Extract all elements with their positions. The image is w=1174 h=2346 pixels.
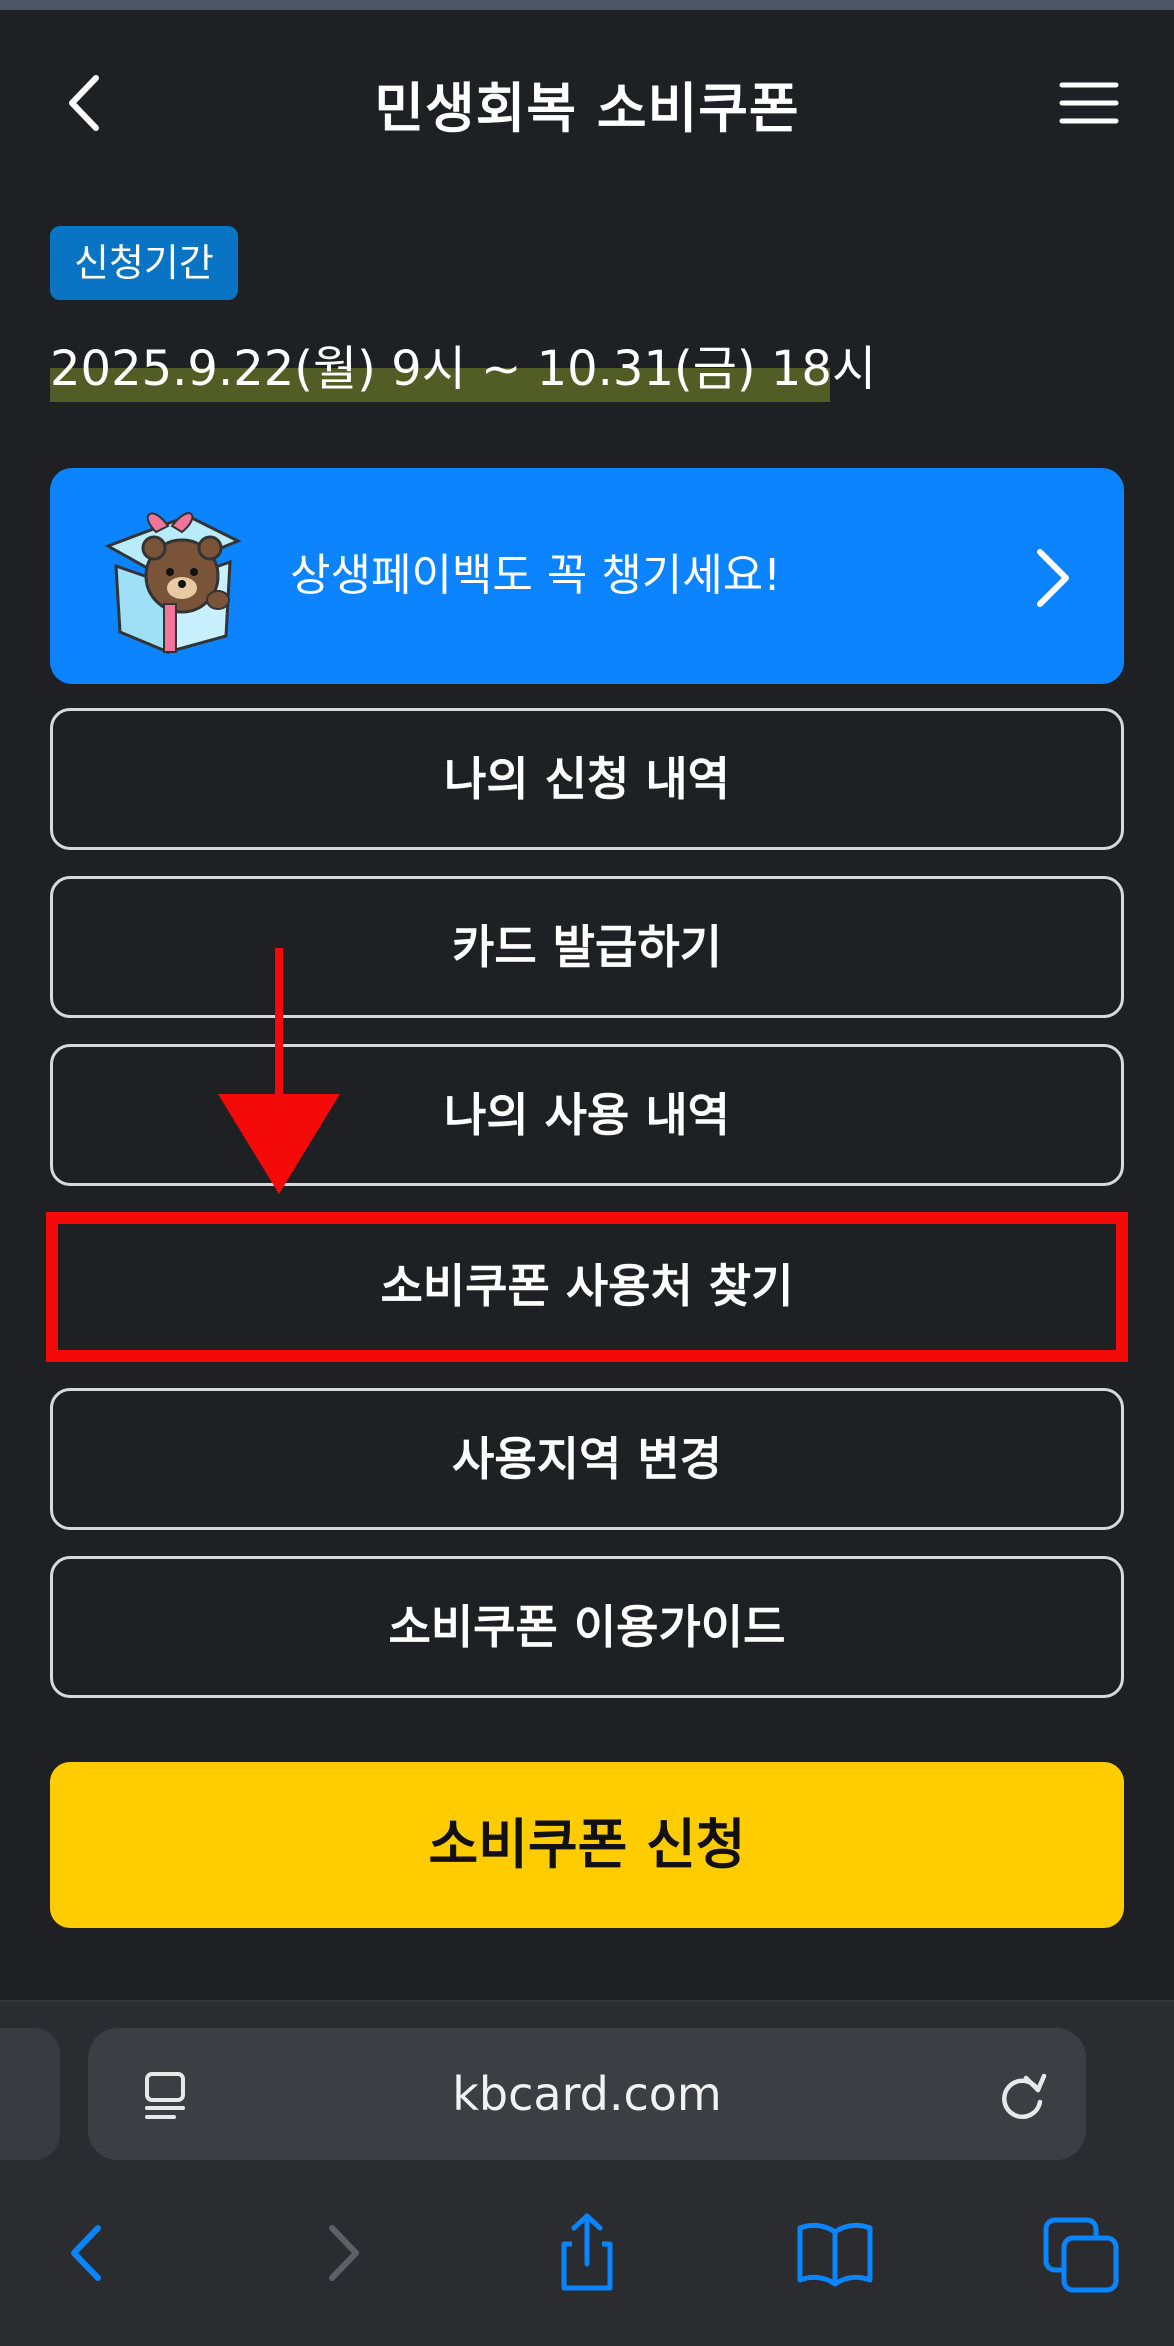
banner-text: 상생페이백도 꼭 챙기세요! <box>290 550 781 601</box>
payback-banner[interactable]: 상생페이백도 꼭 챙기세요! <box>50 468 1124 684</box>
app-header: 민생회복 소비쿠폰 <box>0 40 1174 160</box>
status-strip <box>0 0 1174 10</box>
find-coupon-stores-button[interactable]: 소비쿠폰 사용처 찾기 <box>46 1212 1128 1362</box>
share-icon[interactable] <box>542 2208 632 2298</box>
forward-icon[interactable] <box>296 2208 386 2298</box>
menu-button[interactable] <box>1050 68 1130 138</box>
bear-gift-box-icon <box>104 512 242 655</box>
coupon-guide-button[interactable]: 소비쿠폰 이용가이드 <box>50 1556 1124 1698</box>
browser-toolbar <box>0 2198 1174 2318</box>
apply-coupon-button[interactable]: 소비쿠폰 신청 <box>50 1762 1124 1928</box>
chevron-right-icon <box>1037 549 1069 607</box>
page-title: 민생회복 소비쿠폰 <box>374 77 800 140</box>
browser-chrome: kbcard.com <box>0 2000 1174 2346</box>
menu-list: 나의 신청 내역 카드 발급하기 나의 사용 내역 소비쿠폰 사용처 찾기 사용… <box>46 708 1128 1724</box>
url-text: kbcard.com <box>452 2067 722 2121</box>
my-usage-history-button[interactable]: 나의 사용 내역 <box>50 1044 1124 1186</box>
address-bar[interactable]: kbcard.com <box>88 2028 1086 2160</box>
my-application-history-button[interactable]: 나의 신청 내역 <box>50 708 1124 850</box>
page: 민생회복 소비쿠폰 신청기간 2025.9.22(월) 9시 ~ 10.31(금… <box>0 0 1174 2346</box>
card-issue-button[interactable]: 카드 발급하기 <box>50 876 1124 1018</box>
period-badge: 신청기간 <box>50 226 238 300</box>
annotation-arrow-down-icon <box>218 948 340 1194</box>
reload-icon[interactable] <box>996 2068 1050 2122</box>
bookmarks-icon[interactable] <box>790 2208 880 2298</box>
hamburger-menu-icon <box>1059 82 1119 124</box>
period-text: 2025.9.22(월) 9시 ~ 10.31(금) 18시 <box>50 341 877 397</box>
back-icon[interactable] <box>44 2208 134 2298</box>
tabs-icon[interactable] <box>1036 2208 1126 2298</box>
change-usage-region-button[interactable]: 사용지역 변경 <box>50 1388 1124 1530</box>
previous-tab-peek[interactable] <box>0 2028 60 2160</box>
